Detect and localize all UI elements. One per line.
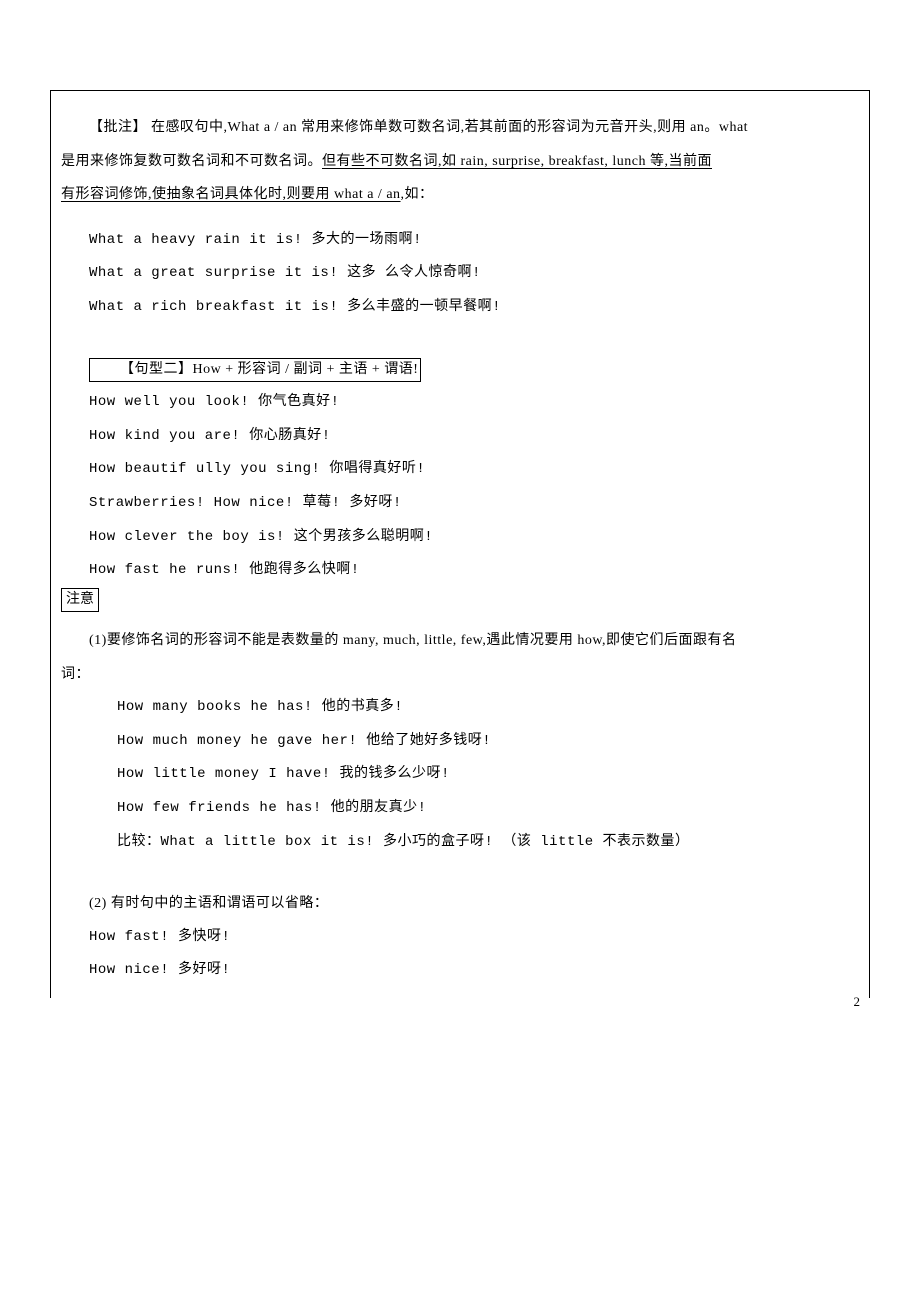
spacer [61, 859, 859, 887]
content-box: 【批注】 在感叹句中,What a / an 常用来修饰单数可数名词,若其前面的… [50, 90, 870, 998]
example2-2: How kind you are! 你心肠真好! [61, 420, 859, 454]
pattern2-row: 【句型二】How + 形容词 / 副词 + 主语 + 谓语! [61, 353, 859, 387]
note1-compare: 比较：What a little box it is! 多小巧的盒子呀! （该 … [61, 826, 859, 860]
note2-item-2: How nice! 多好呀! [61, 954, 859, 988]
annotation-line2b: 修饰复数可数名词和不可数名词。 [105, 154, 323, 169]
annotation-paragraph-3: 有形容词修饰,使抽象名词具体化时,则要用 what a / an,如： [61, 178, 859, 212]
annotation-line2c-underlined: 但有些不可数名词,如 rain, surprise, breakfast, lu… [322, 154, 712, 169]
annotation-prefix: 【批注】 [89, 120, 151, 135]
note1-item-2: How much money he gave her! 他给了她好多钱呀! [61, 725, 859, 759]
note1-item-4: How few friends he has! 他的朋友真少! [61, 792, 859, 826]
example2-1: How well you look! 你气色真好! [61, 386, 859, 420]
note1-head: (1)要修饰名词的形容词不能是表数量的 many, much, little, … [61, 624, 859, 658]
example2-5: How clever the boy is! 这个男孩多么聪明啊! [61, 521, 859, 555]
note1-tail: 词： [61, 658, 859, 692]
spacer [61, 325, 859, 353]
example1-3: What a rich breakfast it is! 多么丰盛的一顿早餐啊! [61, 291, 859, 325]
page-number: 2 [854, 994, 861, 1010]
example2-6: How fast he runs! 他跑得多么快啊! [61, 554, 859, 588]
annotation-line1a: 在感叹句中,What a / an 常用来修饰单数可数名词,若其前面的形容词为元… [151, 120, 748, 135]
spacer [61, 612, 859, 624]
annotation-paragraph-2: 是用来修饰复数可数名词和不可数名词。但有些不可数名词,如 rain, surpr… [61, 145, 859, 179]
note-label-row: 注意 [61, 588, 859, 612]
note2-head: (2) 有时句中的主语和谓语可以省略： [61, 887, 859, 921]
example1-1: What a heavy rain it is! 多大的一场雨啊! [61, 224, 859, 258]
example2-3: How beautif ully you sing! 你唱得真好听! [61, 453, 859, 487]
note-label-boxed: 注意 [61, 588, 99, 612]
note1-item-1: How many books he has! 他的书真多! [61, 691, 859, 725]
note2-item-1: How fast! 多快呀! [61, 921, 859, 955]
annotation-line2a: 是用来 [61, 154, 105, 169]
annotation-line3a-underlined: 有形容词修饰,使抽象名词具体化时,则要用 what a / an [61, 187, 401, 202]
annotation-line3b: ,如： [401, 187, 434, 202]
annotation-paragraph-1: 【批注】 在感叹句中,What a / an 常用来修饰单数可数名词,若其前面的… [61, 111, 859, 145]
example1-2: What a great surprise it is! 这多 么令人惊奇啊! [61, 257, 859, 291]
example2-4: Strawberries! How nice! 草莓! 多好呀! [61, 487, 859, 521]
spacer [61, 212, 859, 224]
document-page: 【批注】 在感叹句中,What a / an 常用来修饰单数可数名词,若其前面的… [0, 0, 920, 1038]
note1-item-3: How little money I have! 我的钱多么少呀! [61, 758, 859, 792]
pattern2-boxed-label: 【句型二】How + 形容词 / 副词 + 主语 + 谓语! [89, 358, 421, 382]
